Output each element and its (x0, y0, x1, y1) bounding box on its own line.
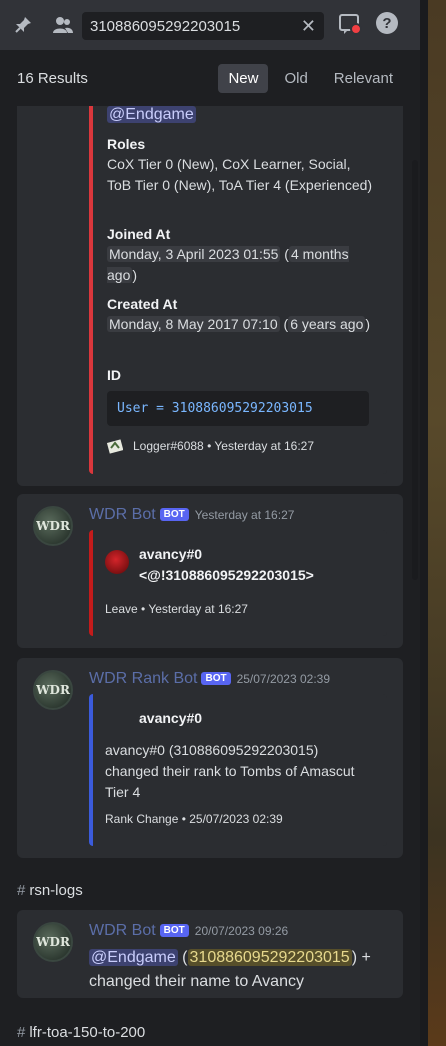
members-icon[interactable] (48, 10, 78, 40)
user-mention[interactable]: @Endgame (107, 106, 196, 123)
timestamp: 20/07/2023 09:26 (194, 924, 289, 938)
author-name[interactable]: WDR Bot (89, 922, 156, 939)
embed-footer: Rank Change • 25/07/2023 02:39 (105, 812, 283, 826)
tab-new[interactable]: New (218, 63, 269, 93)
timestamp: Yesterday at 16:27 (194, 508, 295, 522)
hash-icon: # (17, 1024, 26, 1041)
rank-change-embed: avancy#0 avancy#0 (310886095292203015) c… (89, 694, 387, 846)
bot-badge: BOT (159, 924, 189, 937)
avatar[interactable]: WDR (33, 506, 73, 546)
author-name[interactable]: WDR Rank Bot (89, 670, 197, 687)
tab-old[interactable]: Old (274, 64, 317, 93)
embed-footer: Logger#6088 • Yesterday at 16:27 (133, 439, 315, 453)
background-game-window (428, 0, 446, 1046)
search-result[interactable]: WDR WDR Rank Bot BOT 25/07/2023 02:39 avan… (17, 658, 403, 858)
channel-name[interactable]: rsn-logs (29, 882, 82, 899)
channel-header[interactable]: # lfr-toa-150-to-200 (17, 1024, 145, 1041)
created-title: Created At (107, 296, 178, 312)
author-name[interactable]: WDR Bot (89, 506, 156, 523)
joined-date: Monday, 3 April 2023 01:55 (107, 246, 281, 262)
message-text: changed their name to Avancy (89, 973, 304, 990)
search-input[interactable]: 310886095292203015 ✕ (82, 12, 324, 40)
user-info-embed: @Endgame Roles CoX Tier 0 (New), CoX Lea… (89, 106, 387, 474)
avatar[interactable]: WDR (33, 922, 73, 962)
scrollbar[interactable] (412, 160, 418, 580)
hash-icon: # (17, 882, 26, 899)
window-divider (420, 0, 428, 1046)
bot-badge: BOT (201, 672, 231, 685)
user-mention[interactable]: @Endgame (89, 949, 178, 966)
search-result[interactable]: WDR WDR Bot BOT Yesterday at 16:27 avancy#… (17, 494, 403, 648)
help-icon[interactable]: ? (376, 12, 398, 34)
pin-icon[interactable] (8, 10, 38, 40)
embed-description: avancy#0 (310886095292203015) changed th… (105, 742, 355, 800)
results-header: 16 Results New Old Relevant (0, 50, 420, 106)
embed-user: avancy#0 (139, 710, 203, 726)
tab-relevant[interactable]: Relevant (324, 64, 403, 93)
created-date: Monday, 8 May 2017 07:10 (107, 316, 280, 332)
embed-user-id: <@!310886095292203015> (139, 567, 314, 583)
search-results-panel[interactable]: @Endgame Roles CoX Tier 0 (New), CoX Lea… (0, 106, 420, 1046)
logger-icon (106, 438, 124, 454)
results-count: 16 Results (17, 69, 88, 87)
inbox-icon[interactable] (338, 12, 362, 41)
channel-name[interactable]: lfr-toa-150-to-200 (29, 1024, 145, 1041)
avatar[interactable]: WDR (33, 670, 73, 710)
embed-user: avancy#0 (139, 546, 203, 562)
leave-embed: avancy#0 <@!310886095292203015> Leave • … (89, 530, 387, 636)
roles-title: Roles (107, 136, 146, 152)
id-title: ID (107, 367, 121, 383)
close-icon[interactable]: ✕ (301, 16, 316, 37)
created-relative: 6 years ago (288, 316, 366, 332)
embed-footer: Leave • Yesterday at 16:27 (105, 602, 248, 616)
search-query[interactable]: 310886095292203015 (90, 18, 301, 35)
highlighted-id: 310886095292203015 (187, 949, 352, 966)
roles-value: CoX Tier 0 (New), CoX Learner, Social, T… (107, 156, 373, 193)
search-result[interactable]: @Endgame Roles CoX Tier 0 (New), CoX Lea… (17, 106, 403, 486)
user-avatar (105, 550, 129, 574)
code-block: User = 310886095292203015 (107, 391, 369, 426)
timestamp: 25/07/2023 02:39 (236, 672, 330, 686)
channel-header[interactable]: # rsn-logs (17, 882, 83, 899)
bot-badge: BOT (159, 508, 189, 521)
search-result[interactable]: WDR WDR Bot BOT 20/07/2023 09:26 @Endgame … (17, 910, 403, 998)
joined-title: Joined At (107, 226, 171, 242)
